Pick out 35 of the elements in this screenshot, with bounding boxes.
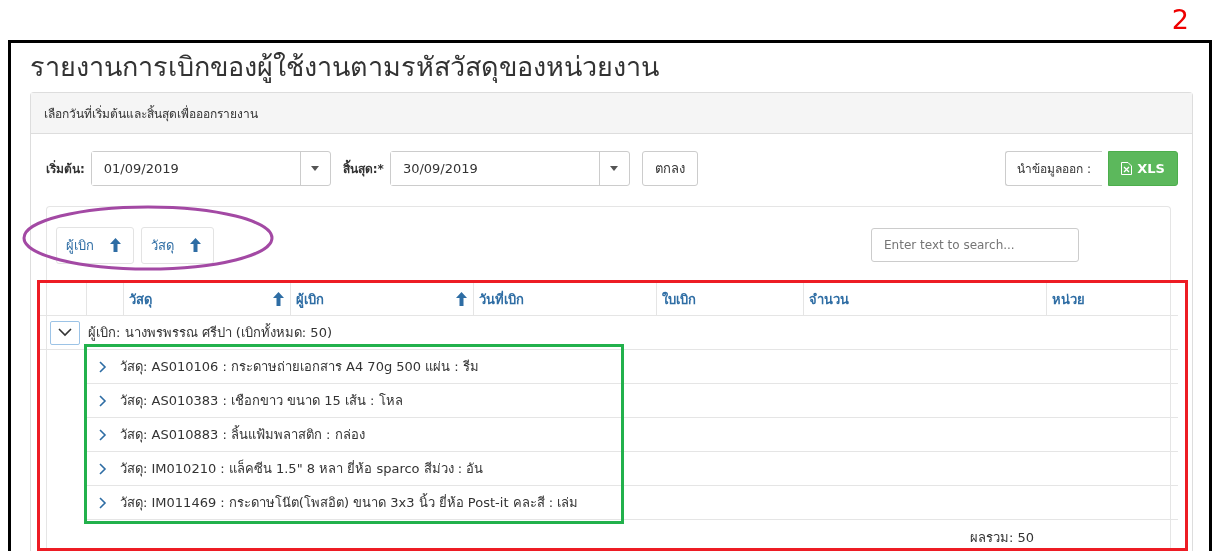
chevron-right-icon[interactable] — [98, 496, 107, 509]
chevron-right-icon[interactable] — [98, 428, 107, 441]
column-header[interactable]: ผู้เบิก — [290, 283, 473, 315]
column-header[interactable]: วัสดุ — [123, 283, 290, 315]
caret-icon — [610, 165, 619, 171]
subgroup-row-label: วัสดุ: AS010106 : กระดาษถ่ายเอกสาร A4 70g 500 แผ่น : รีม — [120, 358, 479, 377]
column-header[interactable]: วันที่เบิก — [473, 283, 656, 315]
column-header[interactable]: หน่วย — [1046, 283, 1178, 315]
field-label: เริ่มต้น: — [46, 159, 85, 178]
total-summary: ผลรวม: 50 — [968, 528, 1035, 547]
subgroup-row-label: วัสดุ: IM010210 : แล็คซีน 1.5" 8 หลา ยี่ห้อ sparco สีม่วง : อัน — [120, 458, 484, 479]
spreadsheet-icon — [1121, 161, 1133, 175]
column-header[interactable]: จำนวน — [803, 283, 1046, 315]
group-chip[interactable]: ผู้เบิก — [56, 226, 134, 264]
export-label: นำข้อมูลออก : — [1005, 150, 1102, 186]
ok-button[interactable]: ตกลง — [641, 150, 698, 186]
date-field[interactable]: 01/09/2019 — [90, 150, 331, 186]
chevron-right-icon[interactable] — [98, 394, 107, 407]
page-title: รายงานการเบิกของผู้ใช้งานตามรหัสวัสดุของหน่วยงาน — [30, 50, 660, 85]
subgroup-row-label: วัสดุ: AS010383 : เชือกขาว ขนาด 15 เส้น : โหล — [120, 392, 403, 411]
caret-icon — [311, 165, 320, 171]
expand-button[interactable] — [50, 320, 80, 345]
subgroup-row-label: วัสดุ: IM011469 : กระดาษโน๊ต(โพสอิต) ขนาด 3x3 นิ้ว ยี่ห้อ Post-it คละสี : เล่ม — [120, 492, 579, 513]
search-field[interactable]: Enter text to search... — [871, 228, 1079, 262]
group-chip[interactable]: วัสดุ — [141, 226, 214, 264]
group-row-label: ผู้เบิก: นางพรพรรณ ศรีปา (เบิกทั้งหมด: 50) — [88, 322, 332, 343]
page-number: 2 — [1171, 3, 1189, 37]
chevron-down-icon — [58, 328, 72, 337]
panel-heading: เลือกวันที่เริ่มต้นและสิ้นสุดเพื่อออกรายงาน — [44, 104, 258, 123]
chevron-right-icon[interactable] — [98, 360, 107, 373]
column-header[interactable]: ใบเบิก — [656, 283, 803, 315]
field-label: สิ้นสุด:* — [342, 158, 384, 178]
date-field[interactable]: 30/09/2019 — [389, 150, 630, 186]
chevron-right-icon[interactable] — [98, 462, 107, 475]
subgroup-row-label: วัสดุ: AS010883 : ลิ้นแฟ้มพลาสติก : กล่อง — [120, 424, 365, 445]
